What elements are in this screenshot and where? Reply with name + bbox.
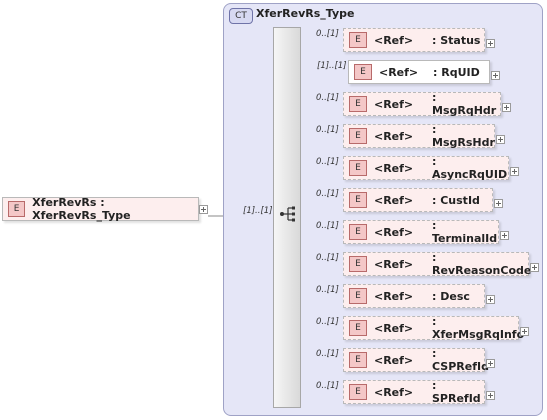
expand-icon[interactable]	[486, 295, 495, 304]
expand-icon[interactable]	[520, 327, 529, 336]
element-badge: E	[349, 256, 367, 272]
child-element-box[interactable]: E <Ref> : MsgRsHdr	[343, 123, 495, 149]
element-ref-label: <Ref>	[374, 193, 414, 207]
element-name: : MsgRqHdr	[432, 91, 497, 117]
expand-icon[interactable]	[502, 103, 511, 112]
element-badge: E	[349, 128, 367, 144]
child-element-box[interactable]: E <Ref> : AsyncRqUID	[343, 155, 509, 181]
element-badge: E	[8, 201, 26, 217]
root-expand-icon[interactable]	[199, 205, 208, 214]
element-ref-label: <Ref>	[374, 257, 414, 271]
element-name: : RqUID	[433, 65, 480, 79]
element-badge: E	[349, 288, 367, 304]
child-element-box[interactable]: E <Ref> : CustId	[343, 188, 493, 212]
element-name: : XferMsgRqInfo	[432, 315, 525, 341]
element-badge: E	[349, 384, 367, 400]
element-name: : MsgRsHdr	[432, 123, 495, 149]
element-badge: E	[349, 192, 367, 208]
element-name: : CustId	[432, 193, 480, 207]
child-cardinality: [1]..[1]	[317, 61, 347, 71]
root-element-label: XferRevRs : XferRevRs_Type	[32, 196, 131, 222]
element-name: : TerminalId	[432, 219, 498, 245]
complex-type-badge: CT	[229, 8, 253, 24]
expand-icon[interactable]	[510, 167, 519, 176]
child-cardinality: 0..[1]	[316, 221, 339, 231]
element-badge: E	[349, 320, 367, 336]
expand-icon[interactable]	[496, 135, 505, 144]
child-element-box[interactable]: E <Ref> : RqUID	[348, 60, 490, 84]
element-ref-label: <Ref>	[374, 129, 414, 143]
element-name: : Desc	[432, 289, 470, 303]
element-name: : CSPRefId	[432, 347, 489, 373]
child-cardinality: 0..[1]	[316, 381, 339, 391]
child-cardinality: 0..[1]	[316, 349, 339, 359]
element-ref-label: <Ref>	[374, 161, 414, 175]
element-badge: E	[349, 32, 367, 48]
element-badge: E	[349, 352, 367, 368]
child-element-box[interactable]: E <Ref> : TerminalId	[343, 219, 499, 245]
child-element-box[interactable]: E <Ref> : SPRefId	[343, 379, 485, 405]
expand-icon[interactable]	[491, 71, 500, 80]
child-cardinality: 0..[1]	[316, 285, 339, 295]
element-ref-label: <Ref>	[374, 33, 414, 47]
element-name: : Status	[432, 33, 481, 47]
element-ref-label: <Ref>	[374, 225, 414, 239]
child-cardinality: 0..[1]	[316, 93, 339, 103]
element-ref-label: <Ref>	[374, 353, 414, 367]
expand-icon[interactable]	[486, 391, 495, 400]
element-ref-label: <Ref>	[379, 65, 419, 79]
complex-type-name: XferRevRs_Type	[256, 7, 355, 20]
child-cardinality: 0..[1]	[316, 125, 339, 135]
child-cardinality: 0..[1]	[316, 189, 339, 199]
element-ref-label: <Ref>	[374, 289, 414, 303]
child-element-box[interactable]: E <Ref> : CSPRefId	[343, 347, 489, 373]
child-element-box[interactable]: E <Ref> : RevReasonCode	[343, 251, 532, 277]
child-cardinality: 0..[1]	[316, 317, 339, 327]
sequence-icon	[280, 206, 295, 222]
expand-icon[interactable]	[530, 263, 539, 272]
element-ref-label: <Ref>	[374, 97, 414, 111]
child-cardinality: 0..[1]	[316, 253, 339, 263]
element-badge: E	[349, 224, 367, 240]
root-element-box[interactable]: E XferRevRs : XferRevRs_Type	[2, 196, 199, 222]
element-badge: E	[354, 64, 372, 80]
child-element-box[interactable]: E <Ref> : MsgRqHdr	[343, 91, 501, 117]
child-element-box[interactable]: E <Ref> : Status	[343, 28, 485, 52]
child-element-box[interactable]: E <Ref> : XferMsgRqInfo	[343, 315, 524, 341]
child-cardinality: 0..[1]	[316, 157, 339, 167]
element-ref-label: <Ref>	[374, 385, 414, 399]
expand-icon[interactable]	[486, 39, 495, 48]
root-cardinality: [1]..[1]	[243, 206, 273, 216]
child-cardinality: 0..[1]	[316, 29, 339, 39]
element-ref-label: <Ref>	[374, 321, 414, 335]
element-badge: E	[349, 96, 367, 112]
expand-icon[interactable]	[500, 231, 509, 240]
element-name: : AsyncRqUID	[432, 155, 508, 181]
child-element-box[interactable]: E <Ref> : Desc	[343, 284, 485, 308]
element-badge: E	[349, 160, 367, 176]
expand-icon[interactable]	[494, 199, 503, 208]
element-name: : RevReasonCode	[432, 251, 532, 277]
element-name: : SPRefId	[432, 379, 481, 405]
expand-icon[interactable]	[486, 359, 495, 368]
